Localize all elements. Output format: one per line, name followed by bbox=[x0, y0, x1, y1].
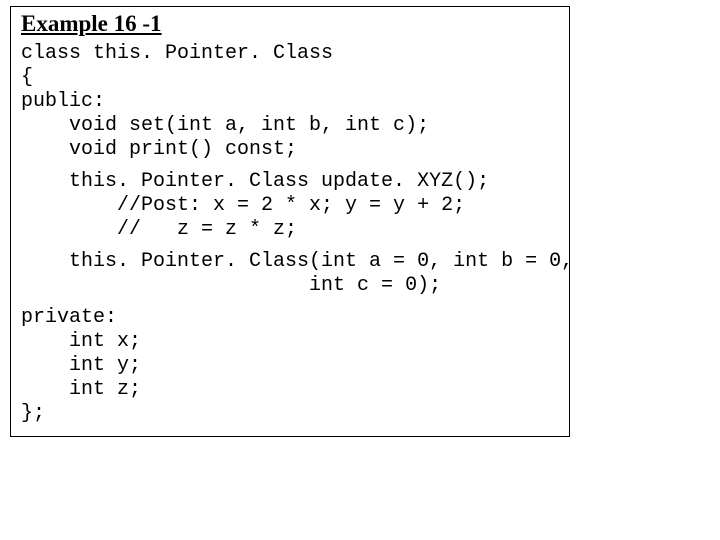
code-line: int y; bbox=[21, 354, 559, 378]
spacer bbox=[21, 298, 559, 306]
code-listing: class this. Pointer. Class { public: voi… bbox=[21, 42, 559, 426]
code-line: int c = 0); bbox=[21, 274, 559, 298]
spacer bbox=[21, 242, 559, 250]
code-line: void print() const; bbox=[21, 138, 559, 162]
code-line: //Post: x = 2 * x; y = y + 2; bbox=[21, 194, 559, 218]
code-line: private: bbox=[21, 306, 559, 330]
code-line: }; bbox=[21, 402, 559, 426]
code-line: int x; bbox=[21, 330, 559, 354]
example-title: Example 16 -1 bbox=[21, 11, 559, 37]
code-line: int z; bbox=[21, 378, 559, 402]
code-line: this. Pointer. Class(int a = 0, int b = … bbox=[21, 250, 559, 274]
code-line: void set(int a, int b, int c); bbox=[21, 114, 559, 138]
spacer bbox=[21, 162, 559, 170]
code-line: class this. Pointer. Class bbox=[21, 42, 559, 66]
code-line: public: bbox=[21, 90, 559, 114]
code-line: // z = z * z; bbox=[21, 218, 559, 242]
code-line: { bbox=[21, 66, 559, 90]
example-frame: Example 16 -1 class this. Pointer. Class… bbox=[10, 6, 570, 437]
code-line: this. Pointer. Class update. XYZ(); bbox=[21, 170, 559, 194]
